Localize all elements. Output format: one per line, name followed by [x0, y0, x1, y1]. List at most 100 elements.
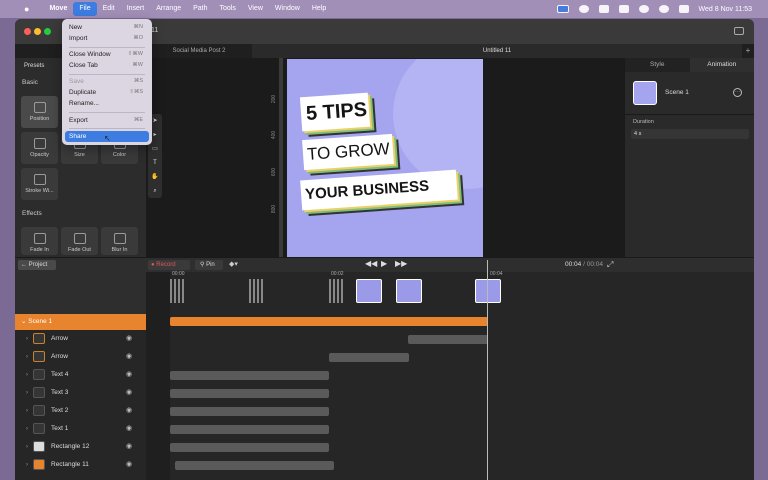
menu-item-save[interactable]: Save ⌘S: [65, 76, 149, 87]
fast-forward-icon[interactable]: ▶▶: [395, 259, 407, 268]
menu-tools[interactable]: Tools: [214, 2, 242, 16]
layer-row[interactable]: › Arrow ◉: [15, 348, 146, 366]
eye-icon[interactable]: ◉: [126, 438, 132, 456]
layer-row[interactable]: › Rectangle 11 ◉: [15, 456, 146, 474]
chevron-right-icon[interactable]: ›: [26, 384, 28, 402]
frame-thumbnail[interactable]: [396, 279, 422, 303]
fullscreen-icon[interactable]: ⤢: [607, 260, 613, 270]
menu-item-close-tab[interactable]: Close Tab ⌘W: [65, 60, 149, 71]
menu-arrange[interactable]: Arrange: [150, 2, 187, 16]
layer-row[interactable]: › Text 2 ◉: [15, 402, 146, 420]
hand-tool-icon[interactable]: ✋: [151, 172, 158, 182]
layer-row[interactable]: › Text 3 ◉: [15, 384, 146, 402]
apple-icon[interactable]: ●: [24, 4, 29, 14]
more-options-icon[interactable]: ⋯: [733, 88, 742, 97]
sidebar-toggle-icon[interactable]: [734, 27, 744, 35]
tab-untitled-11[interactable]: Untitled 11: [252, 44, 742, 58]
rectangle-track-bar[interactable]: [175, 461, 334, 470]
frame-thumbnail[interactable]: [356, 279, 382, 303]
menu-item-export[interactable]: Export ⌘E: [65, 115, 149, 126]
eye-icon[interactable]: ◉: [126, 420, 132, 438]
layer-row[interactable]: › Arrow ◉: [15, 330, 146, 348]
layer-row[interactable]: › Text 4 ◉: [15, 366, 146, 384]
text-track-bar[interactable]: [170, 407, 329, 416]
menu-edit[interactable]: Edit: [97, 2, 121, 16]
eye-icon[interactable]: ◉: [126, 402, 132, 420]
control-center-icon[interactable]: [678, 5, 689, 13]
scene-row[interactable]: ⌄ Scene 1: [15, 314, 146, 330]
duration-field[interactable]: 4 s: [631, 129, 749, 139]
menu-file[interactable]: File: [73, 2, 97, 16]
rectangle-track-bar[interactable]: [170, 443, 329, 452]
preset-opacity[interactable]: Opacity: [21, 132, 58, 164]
chevron-right-icon[interactable]: ›: [26, 402, 28, 420]
eye-icon[interactable]: ◉: [126, 348, 132, 366]
menu-item-rename[interactable]: Rename...: [65, 98, 149, 109]
direct-select-tool-icon[interactable]: ▸: [153, 130, 156, 140]
effect-fade-out[interactable]: Fade Out: [61, 227, 98, 255]
zoom-tool-icon[interactable]: ⌕: [153, 186, 156, 196]
artboard[interactable]: 5 TIPS TO GROW YOUR BUSINESS: [287, 59, 483, 257]
text-card-5-tips[interactable]: 5 TIPS: [299, 92, 371, 132]
effect-fade-in[interactable]: Fade In: [21, 227, 58, 255]
playhead[interactable]: [487, 260, 488, 480]
search-icon[interactable]: [658, 5, 669, 13]
scene-thumbnail[interactable]: [633, 81, 657, 105]
minimize-window-icon[interactable]: [34, 28, 41, 35]
clock[interactable]: Wed 8 Nov 11:53: [699, 6, 752, 13]
rewind-icon[interactable]: ◀◀: [365, 259, 377, 268]
record-icon[interactable]: [578, 5, 589, 13]
menu-item-import[interactable]: Import ⌘O: [65, 33, 149, 44]
play-icon[interactable]: ▶: [381, 259, 387, 268]
battery-icon[interactable]: [618, 5, 629, 13]
frame-thumbnail[interactable]: [475, 279, 501, 303]
chevron-right-icon[interactable]: ›: [26, 420, 28, 438]
text-track-bar[interactable]: [170, 371, 329, 380]
eye-icon[interactable]: ◉: [126, 330, 132, 348]
chevron-right-icon[interactable]: ›: [26, 366, 28, 384]
menu-path[interactable]: Path: [187, 2, 213, 16]
record-button[interactable]: ● Record: [148, 260, 190, 270]
text-track-bar[interactable]: [170, 425, 329, 434]
project-button[interactable]: ← Project: [18, 260, 56, 270]
add-tab-button[interactable]: +: [742, 44, 754, 58]
eye-icon[interactable]: ◉: [126, 456, 132, 474]
menu-help[interactable]: Help: [306, 2, 332, 16]
select-tool-icon[interactable]: ➤: [152, 116, 157, 126]
keyframe-cluster[interactable]: [170, 279, 186, 303]
effect-blur-in[interactable]: Blur In: [101, 227, 138, 255]
preset-stroke-width[interactable]: Stroke Wi...: [21, 168, 58, 200]
zoom-window-icon[interactable]: [44, 28, 51, 35]
preset-position[interactable]: Position: [21, 96, 58, 128]
text-card-your-business[interactable]: YOUR BUSINESS: [300, 169, 458, 211]
tab-animation[interactable]: Animation: [689, 58, 754, 72]
eye-icon[interactable]: ◉: [126, 366, 132, 384]
keyframe-icon[interactable]: ◆▾: [229, 260, 238, 268]
tab-style[interactable]: Style: [625, 58, 690, 72]
text-card-to-grow[interactable]: TO GROW: [302, 133, 394, 171]
screen-share-icon[interactable]: [556, 5, 569, 13]
scene-track-bar[interactable]: [170, 317, 488, 326]
arrow-track-bar[interactable]: [408, 335, 488, 344]
keyframe-cluster[interactable]: [329, 279, 345, 303]
menu-item-duplicate[interactable]: Duplicate ⇧⌘S: [65, 87, 149, 98]
chevron-right-icon[interactable]: ›: [26, 456, 28, 474]
menu-item-close-window[interactable]: Close Window ⇧⌘W: [65, 49, 149, 60]
keyframe-cluster[interactable]: [249, 279, 265, 303]
menu-view[interactable]: View: [242, 2, 269, 16]
menu-insert[interactable]: Insert: [121, 2, 151, 16]
eye-icon[interactable]: ◉: [126, 384, 132, 402]
tab-social-media-post[interactable]: Social Media Post 2: [146, 44, 252, 58]
chevron-right-icon[interactable]: ›: [26, 438, 28, 456]
rectangle-tool-icon[interactable]: ▭: [152, 144, 158, 154]
layer-row[interactable]: › Text 1 ◉: [15, 420, 146, 438]
chevron-right-icon[interactable]: ›: [26, 330, 28, 348]
text-tool-icon[interactable]: T: [153, 158, 157, 168]
arrow-track-bar[interactable]: [329, 353, 409, 362]
app-status-icon[interactable]: [598, 5, 609, 13]
layer-row[interactable]: › Rectangle 12 ◉: [15, 438, 146, 456]
chevron-right-icon[interactable]: ›: [26, 348, 28, 366]
menu-window[interactable]: Window: [269, 2, 306, 16]
text-track-bar[interactable]: [170, 389, 329, 398]
pin-button[interactable]: ⚲ Pin: [195, 260, 223, 270]
